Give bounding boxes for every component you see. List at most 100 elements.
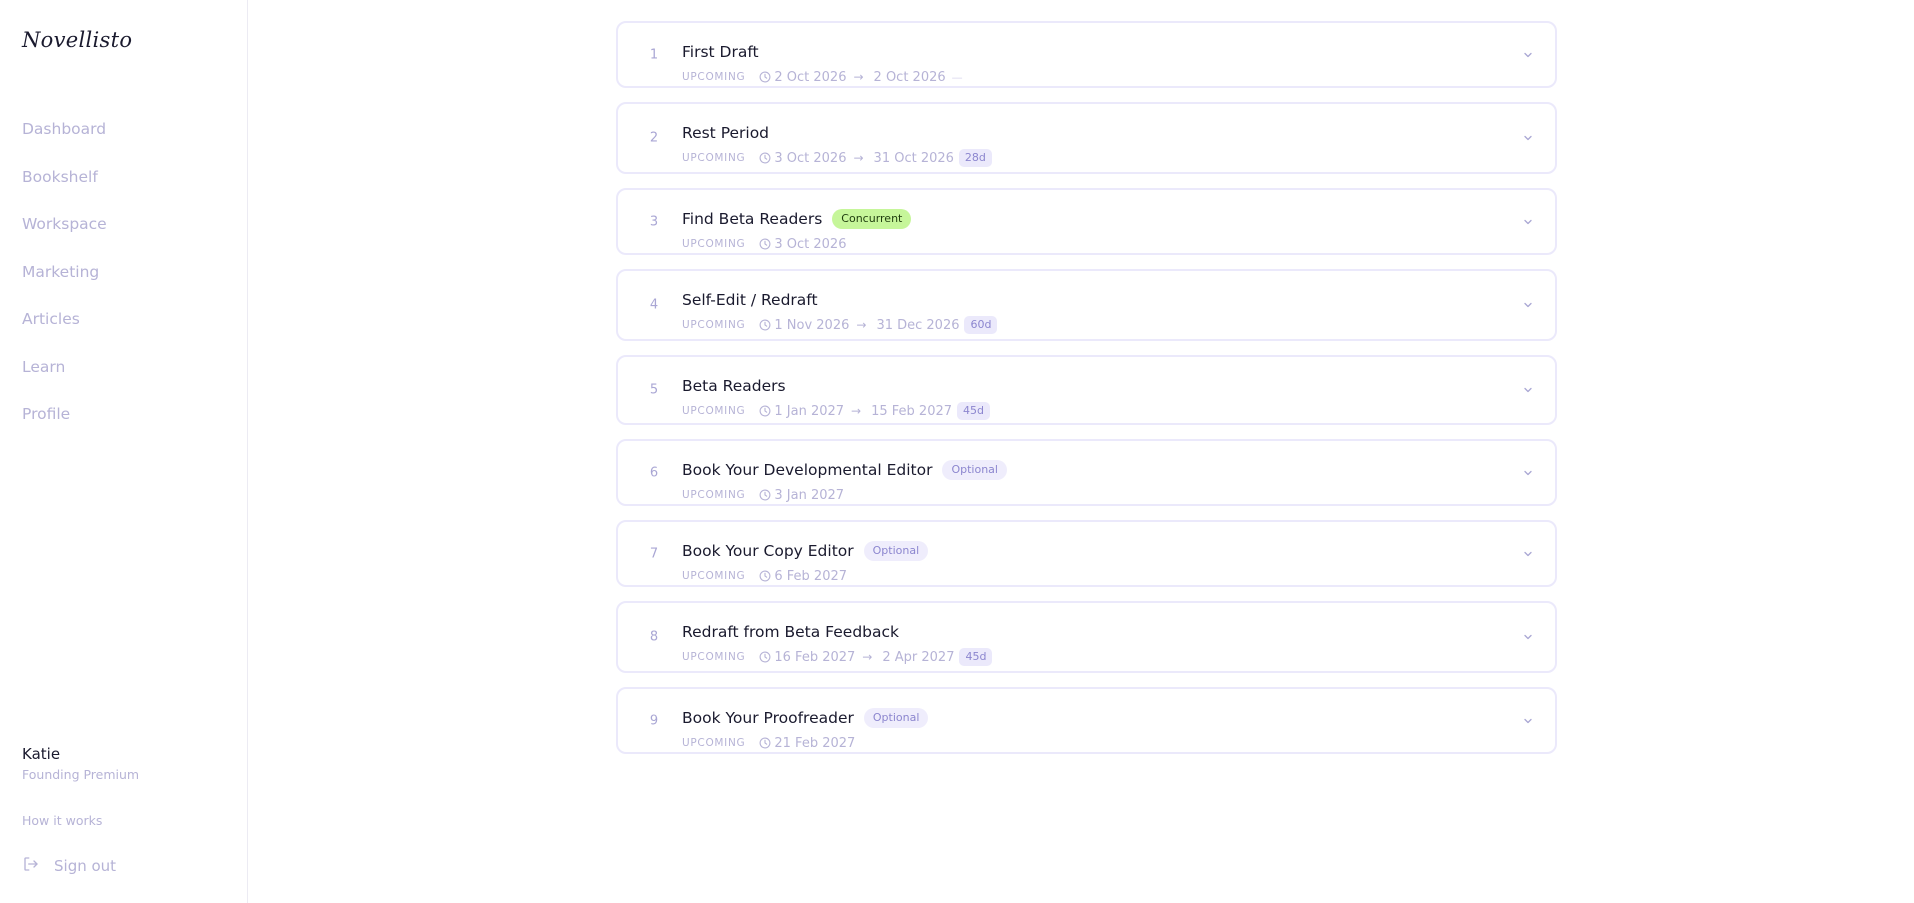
how-it-works-link[interactable]: How it works <box>22 813 102 828</box>
sidebar-item-learn[interactable]: Learn <box>22 356 107 404</box>
chevron-down-icon[interactable] <box>1521 298 1535 312</box>
clock-icon <box>759 152 771 164</box>
stage-number: 5 <box>649 382 659 398</box>
stage-status: UPCOMING <box>682 489 746 501</box>
stage-duration: 45d <box>959 648 993 666</box>
stage-title-row: Beta Readers <box>682 375 1495 397</box>
stage-card[interactable]: 5 Beta Readers UPCOMING 1 Jan 2027 → 15 … <box>616 355 1557 425</box>
date-arrow: → <box>851 404 862 418</box>
stage-body: First Draft UPCOMING 2 Oct 2026 → 2 Oct … <box>682 41 1495 88</box>
stage-status: UPCOMING <box>682 651 746 663</box>
chevron-down-icon[interactable] <box>1521 714 1535 728</box>
stage-status: UPCOMING <box>682 71 746 83</box>
stage-number: 3 <box>649 214 659 229</box>
stage-number: 8 <box>649 629 659 645</box>
stage-card[interactable]: 2 Rest Period UPCOMING 3 Oct 2026 → 31 O… <box>616 102 1557 174</box>
date-arrow: → <box>853 151 864 165</box>
stage-title-row: First Draft <box>682 41 1495 63</box>
app-logo[interactable]: Novellisto <box>22 28 132 52</box>
clock-icon <box>759 651 771 663</box>
stage-badge: Optional <box>863 541 929 561</box>
clock-icon <box>759 737 771 749</box>
stage-title: Redraft from Beta Feedback <box>682 623 899 641</box>
stage-card[interactable]: 9 Book Your Proofreader Optional UPCOMIN… <box>616 687 1557 754</box>
stage-title: Rest Period <box>682 124 770 142</box>
stage-body: Book Your Proofreader Optional UPCOMING … <box>682 707 1495 754</box>
stage-status: UPCOMING <box>682 152 746 164</box>
chevron-down-icon[interactable] <box>1521 547 1535 561</box>
stage-body: Beta Readers UPCOMING 1 Jan 2027 → 15 Fe… <box>682 375 1495 422</box>
user-plan: Founding Premium <box>22 767 140 782</box>
stage-title: Book Your Developmental Editor <box>682 461 933 479</box>
stage-end-date: 31 Dec 2026 <box>876 317 960 333</box>
stage-start-date: 3 Oct 2026 <box>774 236 847 252</box>
clock-icon <box>759 238 771 250</box>
stage-meta: UPCOMING 1 Jan 2027 → 15 Feb 2027 45d <box>682 400 1495 422</box>
stage-start-date: 3 Oct 2026 <box>774 150 847 166</box>
stage-status: UPCOMING <box>682 405 746 417</box>
chevron-down-icon[interactable] <box>1521 466 1535 480</box>
stage-end-date: 15 Feb 2027 <box>871 403 953 419</box>
chevron-down-icon[interactable] <box>1521 383 1535 397</box>
stage-body: Rest Period UPCOMING 3 Oct 2026 → 31 Oct… <box>682 122 1495 169</box>
stage-badge: Optional <box>942 460 1007 480</box>
chevron-down-icon[interactable] <box>1521 48 1535 62</box>
stage-meta: UPCOMING 1 Nov 2026 → 31 Dec 2026 60d <box>682 314 1495 336</box>
clock-icon <box>759 71 771 83</box>
stage-status: UPCOMING <box>682 319 746 331</box>
stage-number: 9 <box>649 713 659 728</box>
sidebar-item-marketing[interactable]: Marketing <box>22 261 107 309</box>
stage-end-date: 2 Oct 2026 <box>873 69 946 85</box>
stage-title-row: Rest Period <box>682 122 1495 144</box>
sidebar-nav: Dashboard Bookshelf Workspace Marketing … <box>22 118 107 451</box>
stage-status: UPCOMING <box>682 238 746 250</box>
chevron-down-icon[interactable] <box>1521 131 1535 145</box>
stage-card[interactable]: 6 Book Your Developmental Editor Optiona… <box>616 439 1557 506</box>
stage-title-row: Self-Edit / Redraft <box>682 289 1495 311</box>
stage-card[interactable]: 7 Book Your Copy Editor Optional UPCOMIN… <box>616 520 1557 587</box>
stage-duration: 28d <box>958 149 992 167</box>
stage-start-date: 1 Jan 2027 <box>774 403 845 419</box>
stage-card[interactable]: 8 Redraft from Beta Feedback UPCOMING 16… <box>616 601 1557 673</box>
sidebar: Novellisto Dashboard Bookshelf Workspace… <box>0 0 248 903</box>
sign-out-icon <box>22 855 40 877</box>
chevron-down-icon[interactable] <box>1521 215 1535 229</box>
stage-card[interactable]: 1 First Draft UPCOMING 2 Oct 2026 → 2 Oc… <box>616 21 1557 88</box>
stage-number: 2 <box>649 130 659 146</box>
sidebar-item-bookshelf[interactable]: Bookshelf <box>22 166 107 214</box>
stage-body: Redraft from Beta Feedback UPCOMING 16 F… <box>682 621 1495 668</box>
stage-start-date: 16 Feb 2027 <box>774 649 856 665</box>
stage-start-date: 1 Nov 2026 <box>774 317 850 333</box>
stage-badge: Optional <box>863 708 929 728</box>
stage-title-row: Book Your Developmental Editor Optional <box>682 459 1495 481</box>
stage-card[interactable]: 4 Self-Edit / Redraft UPCOMING 1 Nov 202… <box>616 269 1557 341</box>
user-name: Katie <box>22 745 61 763</box>
stage-status: UPCOMING <box>682 737 746 749</box>
stage-number: 4 <box>649 297 659 313</box>
date-arrow: → <box>853 70 864 84</box>
stage-meta: UPCOMING 21 Feb 2027 <box>682 732 1495 754</box>
clock-icon <box>759 319 771 331</box>
stage-duration: 45d <box>957 402 991 420</box>
stage-card[interactable]: 3 Find Beta Readers Concurrent UPCOMING … <box>616 188 1557 255</box>
sidebar-item-workspace[interactable]: Workspace <box>22 213 107 261</box>
stage-body: Book Your Copy Editor Optional UPCOMING … <box>682 540 1495 587</box>
stage-start-date: 21 Feb 2027 <box>774 735 856 751</box>
sidebar-item-profile[interactable]: Profile <box>22 403 107 451</box>
stage-body: Find Beta Readers Concurrent UPCOMING 3 … <box>682 208 1495 255</box>
stage-body: Self-Edit / Redraft UPCOMING 1 Nov 2026 … <box>682 289 1495 336</box>
chevron-down-icon[interactable] <box>1521 630 1535 644</box>
stage-title: First Draft <box>682 43 759 61</box>
stage-meta: UPCOMING 3 Jan 2027 <box>682 484 1495 506</box>
stage-title: Book Your Proofreader <box>682 709 854 727</box>
stage-start-date: 6 Feb 2027 <box>774 568 848 584</box>
stage-duration: 60d <box>964 316 998 334</box>
sidebar-item-dashboard[interactable]: Dashboard <box>22 118 107 166</box>
stage-title: Find Beta Readers <box>682 210 823 228</box>
sidebar-item-articles[interactable]: Articles <box>22 308 107 356</box>
sign-out-button[interactable]: Sign out <box>22 855 116 877</box>
stage-status: UPCOMING <box>682 570 746 582</box>
stage-meta: UPCOMING 2 Oct 2026 → 2 Oct 2026 — <box>682 66 1495 88</box>
date-arrow: → <box>862 650 873 664</box>
clock-icon <box>759 405 771 417</box>
